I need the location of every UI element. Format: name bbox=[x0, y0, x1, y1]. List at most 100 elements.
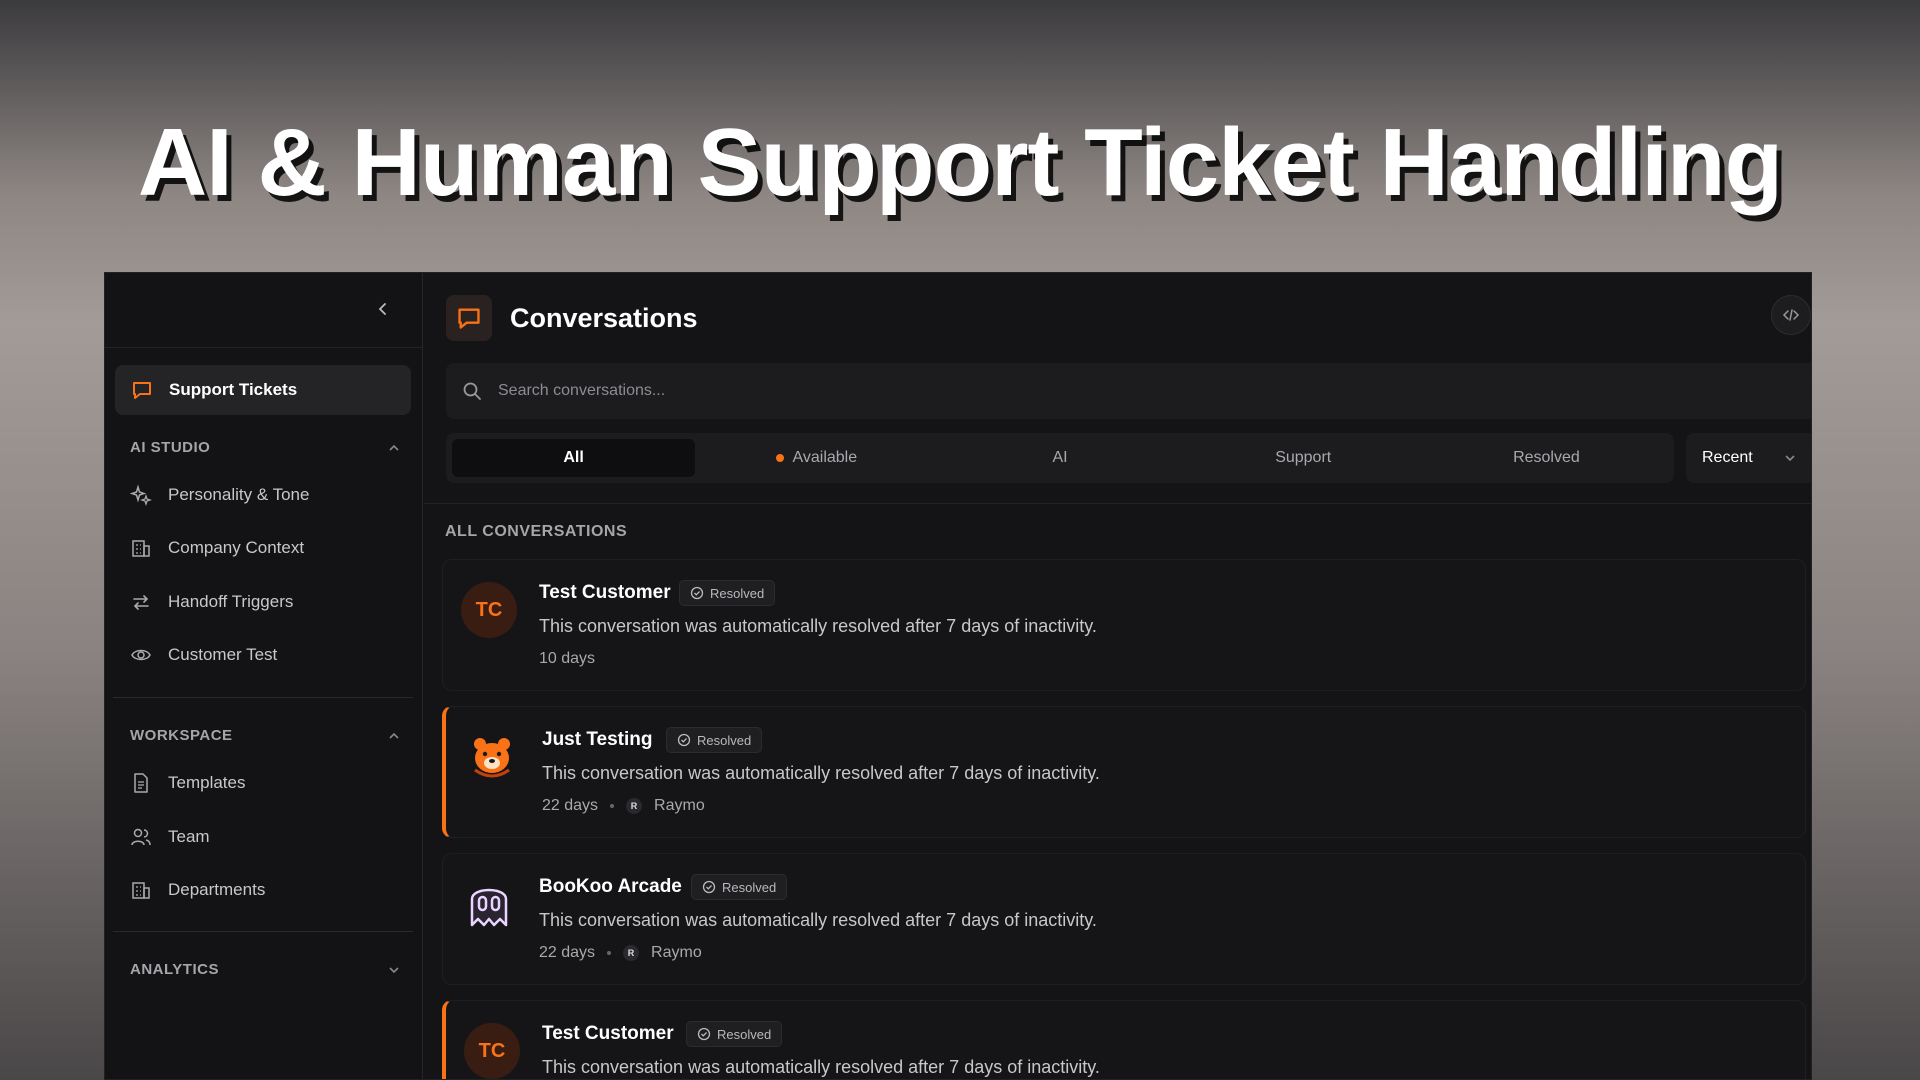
agent-name: Raymo bbox=[654, 797, 705, 814]
page-title: Conversations bbox=[510, 303, 698, 333]
check-circle-icon bbox=[702, 880, 716, 894]
chat-bubble-icon bbox=[133, 382, 151, 399]
message-preview: This conversation was automatically reso… bbox=[542, 763, 1100, 783]
sidebar-item-support-tickets[interactable]: Support Tickets bbox=[115, 365, 411, 415]
status-label: Resolved bbox=[710, 585, 765, 601]
chat-bubble-icon bbox=[458, 308, 480, 329]
conversation-card[interactable]: Just Testing Resolved This conversation … bbox=[442, 706, 1806, 838]
tab-resolved[interactable]: Resolved bbox=[1425, 439, 1668, 477]
main-panel: Conversations Search conversations... Al… bbox=[424, 273, 1811, 1079]
arrows-swap-icon bbox=[133, 595, 149, 610]
customer-name: Test Customer bbox=[539, 582, 671, 603]
time-ago: 10 days bbox=[539, 650, 596, 667]
sidebar-item-handoff-triggers[interactable]: Handoff Triggers bbox=[130, 587, 400, 617]
collapse-sidebar-button[interactable] bbox=[371, 297, 395, 321]
conversation-card[interactable]: TC Test Customer Resolved This conversat… bbox=[442, 1000, 1806, 1079]
app-window: Support Tickets AI STUDIO Personality & … bbox=[104, 272, 1812, 1080]
avatar bbox=[464, 729, 520, 785]
sidebar-item-company-context[interactable]: Company Context bbox=[130, 533, 400, 563]
search-icon bbox=[463, 382, 481, 400]
tab-label: Support bbox=[1275, 449, 1332, 466]
check-circle-icon bbox=[697, 1027, 711, 1041]
tab-label: Available bbox=[792, 449, 858, 466]
sidebar-item-label: Templates bbox=[168, 773, 246, 792]
conversation-card[interactable]: TC Test Customer Resolved This conversat… bbox=[442, 559, 1806, 691]
sidebar-item-label: Customer Test bbox=[168, 645, 278, 664]
time-ago: 22 days bbox=[539, 944, 596, 961]
sort-dropdown[interactable]: Recent bbox=[1686, 433, 1811, 483]
message-preview: This conversation was automatically reso… bbox=[539, 910, 1097, 930]
message-preview: This conversation was automatically reso… bbox=[539, 616, 1097, 636]
chevron-left-icon bbox=[378, 303, 386, 315]
separator-dot bbox=[607, 951, 612, 955]
status-label: Resolved bbox=[717, 1026, 772, 1042]
tab-label: All bbox=[563, 449, 584, 466]
hero-title: AI & Human Support Ticket Handling bbox=[137, 109, 1783, 216]
agent-name: Raymo bbox=[651, 944, 702, 961]
section-title: WORKSPACE bbox=[130, 727, 233, 744]
ghost-logo-icon bbox=[470, 888, 508, 927]
eye-icon bbox=[131, 649, 151, 661]
sidebar-item-customer-test[interactable]: Customer Test bbox=[130, 640, 400, 670]
card-meta: 22 days R Raymo bbox=[539, 944, 702, 962]
separator-dot bbox=[610, 804, 615, 808]
card-meta: 22 days R Raymo bbox=[542, 797, 705, 815]
status-badge: Resolved bbox=[686, 1021, 783, 1047]
check-circle-icon bbox=[690, 586, 704, 600]
tab-ai[interactable]: AI bbox=[938, 439, 1181, 477]
building-icon bbox=[132, 882, 150, 899]
customer-name: BooKoo Arcade bbox=[539, 876, 682, 897]
divider bbox=[113, 697, 413, 698]
code-icon bbox=[1782, 309, 1800, 321]
chevron-down-icon bbox=[389, 966, 399, 973]
avatar bbox=[461, 876, 517, 932]
divider bbox=[105, 347, 423, 348]
sidebar: Support Tickets AI STUDIO Personality & … bbox=[105, 273, 423, 1079]
divider bbox=[424, 503, 1811, 504]
available-dot bbox=[776, 454, 785, 462]
section-workspace[interactable]: WORKSPACE bbox=[130, 727, 400, 744]
avatar: TC bbox=[464, 1023, 520, 1079]
section-title: AI STUDIO bbox=[130, 439, 211, 456]
sidebar-item-templates[interactable]: Templates bbox=[130, 768, 400, 798]
chevron-up-icon bbox=[389, 444, 399, 451]
embed-code-button[interactable] bbox=[1771, 295, 1811, 335]
sidebar-item-personality-tone[interactable]: Personality & Tone bbox=[130, 480, 400, 510]
conversation-card[interactable]: BooKoo Arcade Resolved This conversation… bbox=[442, 853, 1806, 985]
status-label: Resolved bbox=[722, 879, 777, 895]
search-placeholder: Search conversations... bbox=[498, 382, 666, 399]
chevron-down-icon bbox=[1785, 455, 1795, 462]
tab-support[interactable]: Support bbox=[1182, 439, 1425, 477]
chevron-up-icon bbox=[389, 732, 399, 739]
status-label: Resolved bbox=[697, 732, 752, 748]
section-analytics[interactable]: ANALYTICS bbox=[130, 961, 400, 978]
tab-all[interactable]: All bbox=[452, 439, 696, 477]
avatar: TC bbox=[461, 582, 517, 638]
building-icon bbox=[132, 540, 150, 557]
check-circle-icon bbox=[677, 733, 691, 747]
tab-label: Resolved bbox=[1513, 449, 1580, 466]
sidebar-item-label: Team bbox=[168, 827, 210, 846]
customer-name: Test Customer bbox=[542, 1023, 674, 1044]
section-title: ANALYTICS bbox=[130, 961, 219, 978]
status-badge: Resolved bbox=[691, 874, 788, 900]
sort-selected: Recent bbox=[1702, 449, 1753, 466]
users-icon bbox=[131, 828, 151, 846]
section-ai-studio[interactable]: AI STUDIO bbox=[130, 439, 400, 456]
agent-avatar: R bbox=[623, 945, 640, 961]
sidebar-item-label: Departments bbox=[168, 880, 266, 899]
filter-tabs: All Available AI Support Resolved bbox=[446, 433, 1674, 483]
divider bbox=[113, 931, 413, 932]
sidebar-item-departments[interactable]: Departments bbox=[130, 875, 400, 905]
time-ago: 22 days bbox=[542, 797, 599, 814]
bear-logo-icon bbox=[474, 738, 510, 778]
sidebar-item-team[interactable]: Team bbox=[130, 822, 400, 852]
search-input[interactable]: Search conversations... bbox=[446, 363, 1811, 419]
sidebar-item-label: Personality & Tone bbox=[168, 485, 310, 504]
agent-avatar: R bbox=[626, 798, 643, 814]
list-heading: ALL CONVERSATIONS bbox=[445, 523, 628, 540]
tab-label: AI bbox=[1052, 449, 1068, 466]
tab-available[interactable]: Available bbox=[695, 439, 938, 477]
sparkles-icon bbox=[130, 484, 152, 506]
sidebar-item-label: Handoff Triggers bbox=[168, 592, 294, 611]
